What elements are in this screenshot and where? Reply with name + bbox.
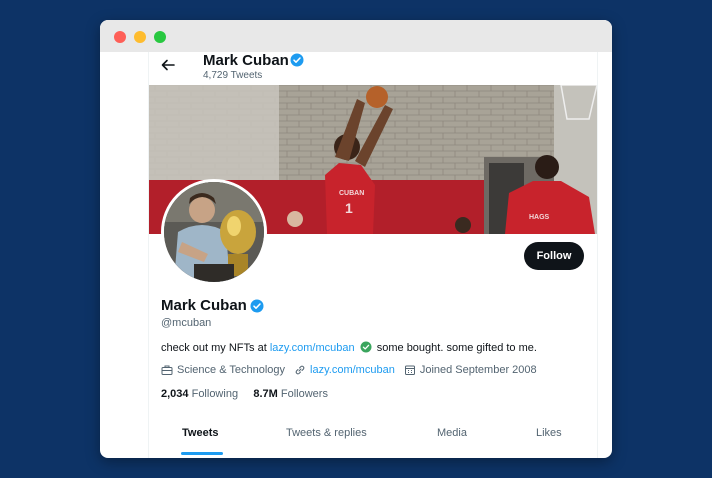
- banner-jersey-left: CUBAN: [339, 190, 364, 197]
- followers-count: 8.7M: [253, 388, 278, 400]
- bio-text-suffix: some bought. some gifted to me.: [376, 342, 537, 354]
- meta-website: lazy.com/mcuban: [294, 364, 395, 376]
- display-name: Mark Cuban: [161, 297, 247, 314]
- website-link[interactable]: lazy.com/mcuban: [310, 364, 395, 376]
- verified-badge-icon: [290, 53, 304, 72]
- following-label: Following: [191, 388, 239, 400]
- following-count: 2,034: [161, 388, 189, 400]
- verified-badge-icon: [250, 299, 264, 318]
- bio-link[interactable]: lazy.com/mcuban: [270, 342, 355, 354]
- avatar-image: [164, 182, 264, 282]
- profile-meta: Science & Technology lazy.com/mcuban Joi…: [161, 364, 546, 376]
- minimize-window-button[interactable]: [134, 31, 146, 43]
- follow-button[interactable]: Follow: [524, 242, 584, 270]
- followers-label: Followers: [280, 388, 328, 400]
- profile-bio: check out my NFTs at lazy.com/mcuban som…: [161, 341, 537, 356]
- green-check-icon: [360, 341, 372, 356]
- profile-avatar[interactable]: [161, 179, 267, 285]
- browser-window: Mark Cuban 4,729 Tweets CUBAN 1 HAGS Fol…: [100, 20, 612, 458]
- tab-likes[interactable]: Likes: [536, 427, 562, 439]
- category-text: Science & Technology: [177, 364, 286, 376]
- meta-category: Science & Technology: [161, 364, 285, 376]
- profile-header-bar: Mark Cuban 4,729 Tweets: [149, 52, 597, 85]
- link-icon: [295, 365, 305, 375]
- banner-jersey-number: 1: [345, 200, 353, 216]
- following-stat[interactable]: 2,034 Following: [161, 388, 238, 400]
- profile-tabs: Tweets Tweets & replies Media Likes: [149, 422, 597, 458]
- briefcase-icon: [161, 365, 173, 375]
- tab-tweets-and-replies[interactable]: Tweets & replies: [286, 427, 367, 439]
- window-titlebar: [100, 20, 612, 52]
- follow-stats: 2,034 Following 8.7M Followers: [161, 388, 328, 400]
- header-display-name: Mark Cuban: [203, 52, 289, 69]
- tab-media[interactable]: Media: [437, 427, 467, 439]
- tweet-count: 4,729 Tweets: [203, 70, 263, 81]
- banner-jersey-right: HAGS: [529, 214, 550, 221]
- bio-text-prefix: check out my NFTs at: [161, 342, 267, 354]
- profile-page: Mark Cuban 4,729 Tweets CUBAN 1 HAGS Fol…: [148, 52, 598, 458]
- maximize-window-button[interactable]: [154, 31, 166, 43]
- close-window-button[interactable]: [114, 31, 126, 43]
- meta-joined: Joined September 2008: [404, 364, 537, 376]
- active-tab-indicator: [181, 452, 223, 455]
- calendar-icon: [404, 365, 415, 375]
- joined-date: Joined September 2008: [419, 364, 537, 376]
- back-arrow-icon[interactable]: [161, 58, 175, 76]
- followers-stat[interactable]: 8.7M Followers: [253, 388, 328, 400]
- user-handle: @mcuban: [161, 317, 212, 329]
- tab-tweets[interactable]: Tweets: [182, 427, 218, 439]
